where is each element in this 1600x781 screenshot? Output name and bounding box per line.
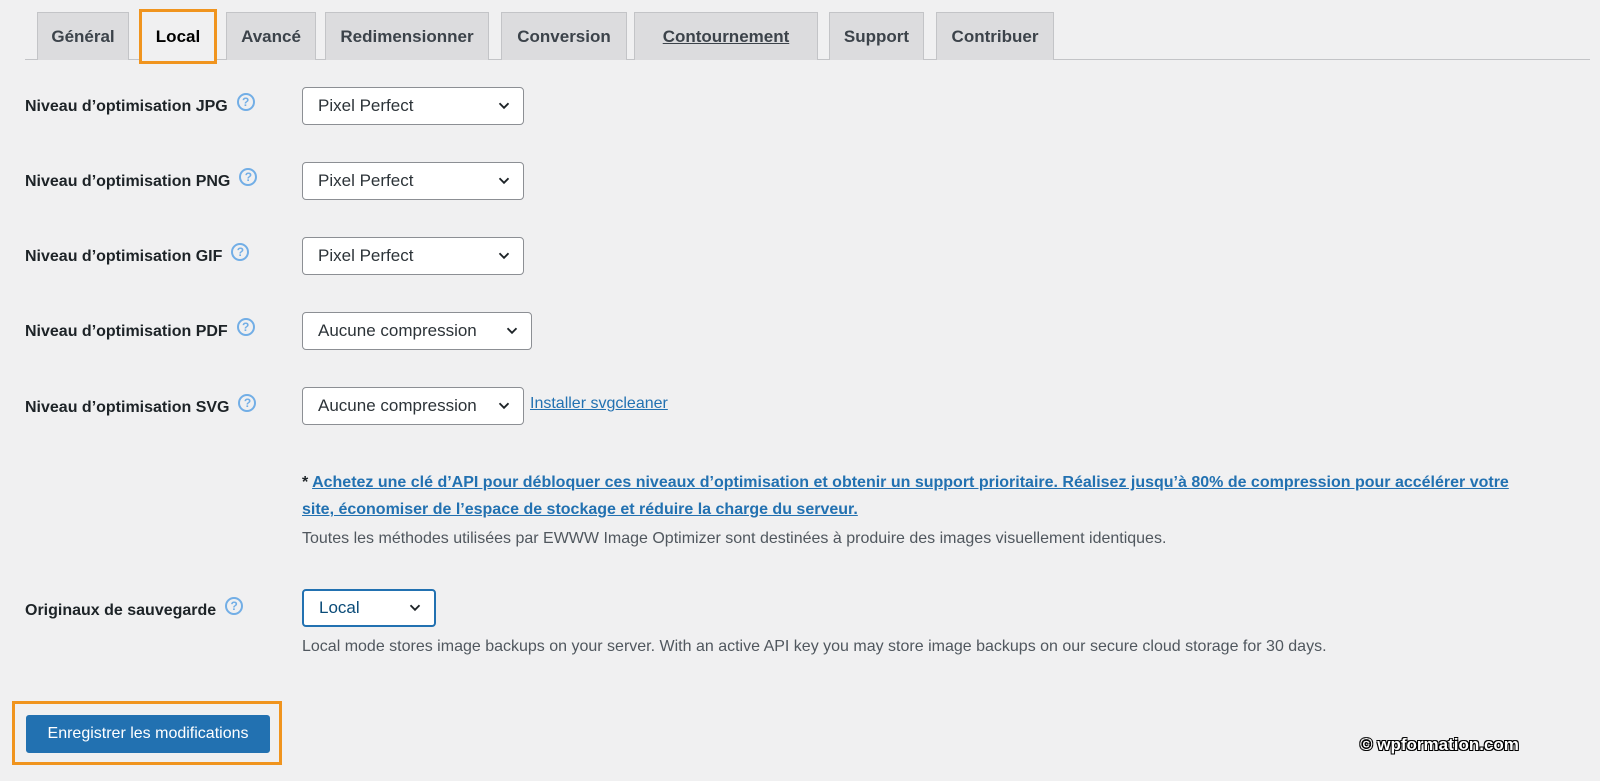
tab-contribuer[interactable]: Contribuer: [936, 12, 1054, 60]
api-key-promo-link[interactable]: Achetez une clé d’API pour débloquer ces…: [302, 474, 1509, 518]
pdf-select-value: Aucune compression: [318, 321, 477, 340]
backup-note: Local mode stores image backups on your …: [302, 638, 1327, 655]
settings-tabs: Général Local Avancé Redimensionner Conv…: [25, 9, 1590, 64]
tab-local[interactable]: Local: [139, 9, 217, 64]
backup-originals-select[interactable]: Local: [302, 589, 436, 627]
save-changes-button[interactable]: Enregistrer les modifications: [26, 715, 270, 753]
help-icon[interactable]: ?: [225, 597, 244, 615]
tab-label: Local: [155, 26, 201, 46]
backup-originals-label: Originaux de sauvegarde ?: [25, 597, 244, 622]
pdf-optimization-label: Niveau d’optimisation PDF ?: [25, 318, 255, 343]
gif-label-text: Niveau d’optimisation GIF: [25, 248, 223, 265]
methods-note: Toutes les méthodes utilisées par EWWW I…: [302, 530, 1167, 547]
promo-star: *: [302, 474, 313, 491]
tab-label: Avancé: [241, 26, 301, 46]
png-optimization-label: Niveau d’optimisation PNG ?: [25, 168, 258, 193]
help-icon[interactable]: ?: [238, 394, 257, 412]
gif-optimization-label: Niveau d’optimisation GIF ?: [25, 243, 250, 268]
tab-label: Conversion: [517, 26, 611, 46]
tab-general[interactable]: Général: [37, 12, 129, 60]
help-icon[interactable]: ?: [236, 93, 255, 111]
chevron-down-icon: [498, 402, 510, 410]
pdf-label-text: Niveau d’optimisation PDF: [25, 323, 228, 340]
backup-label-text: Originaux de sauvegarde: [25, 602, 217, 619]
tab-conversion[interactable]: Conversion: [501, 12, 627, 60]
backup-select-value: Local: [319, 598, 360, 617]
chevron-down-icon: [506, 327, 518, 335]
svg-optimization-label: Niveau d’optimisation SVG ?: [25, 394, 257, 419]
chevron-down-icon: [498, 177, 510, 185]
tab-label: Redimensionner: [340, 26, 474, 46]
pdf-optimization-select[interactable]: Aucune compression: [302, 312, 532, 350]
tab-label: Contournement: [662, 26, 790, 46]
svg-label-text: Niveau d’optimisation SVG: [25, 399, 230, 416]
chevron-down-icon: [498, 252, 510, 260]
png-optimization-select[interactable]: Pixel Perfect: [302, 162, 524, 200]
gif-optimization-select[interactable]: Pixel Perfect: [302, 237, 524, 275]
svg-optimization-select[interactable]: Aucune compression: [302, 387, 524, 425]
api-key-promo: * Achetez une clé d’API pour débloquer c…: [302, 469, 1532, 523]
chevron-down-icon: [409, 604, 421, 612]
tab-avance[interactable]: Avancé: [226, 12, 316, 60]
png-select-value: Pixel Perfect: [318, 171, 414, 190]
jpg-label-text: Niveau d’optimisation JPG: [25, 98, 228, 115]
tab-label: Général: [51, 26, 115, 46]
png-label-text: Niveau d’optimisation PNG: [25, 173, 231, 190]
jpg-optimization-label: Niveau d’optimisation JPG ?: [25, 93, 255, 118]
help-icon[interactable]: ?: [231, 243, 250, 261]
tab-redimensionner[interactable]: Redimensionner: [325, 12, 489, 60]
chevron-down-icon: [498, 102, 510, 110]
install-svgcleaner-link[interactable]: Installer svgcleaner: [530, 395, 668, 413]
jpg-select-value: Pixel Perfect: [318, 96, 414, 115]
tab-label: Support: [843, 26, 910, 46]
gif-select-value: Pixel Perfect: [318, 246, 414, 265]
help-icon[interactable]: ?: [236, 318, 255, 336]
tab-label: Contribuer: [951, 26, 1039, 46]
jpg-optimization-select[interactable]: Pixel Perfect: [302, 87, 524, 125]
tab-contournement[interactable]: Contournement: [634, 12, 818, 60]
svg-select-value: Aucune compression: [318, 396, 477, 415]
tab-support[interactable]: Support: [829, 12, 924, 60]
help-icon[interactable]: ?: [239, 168, 258, 186]
watermark: © wpformation.com: [1360, 735, 1519, 754]
